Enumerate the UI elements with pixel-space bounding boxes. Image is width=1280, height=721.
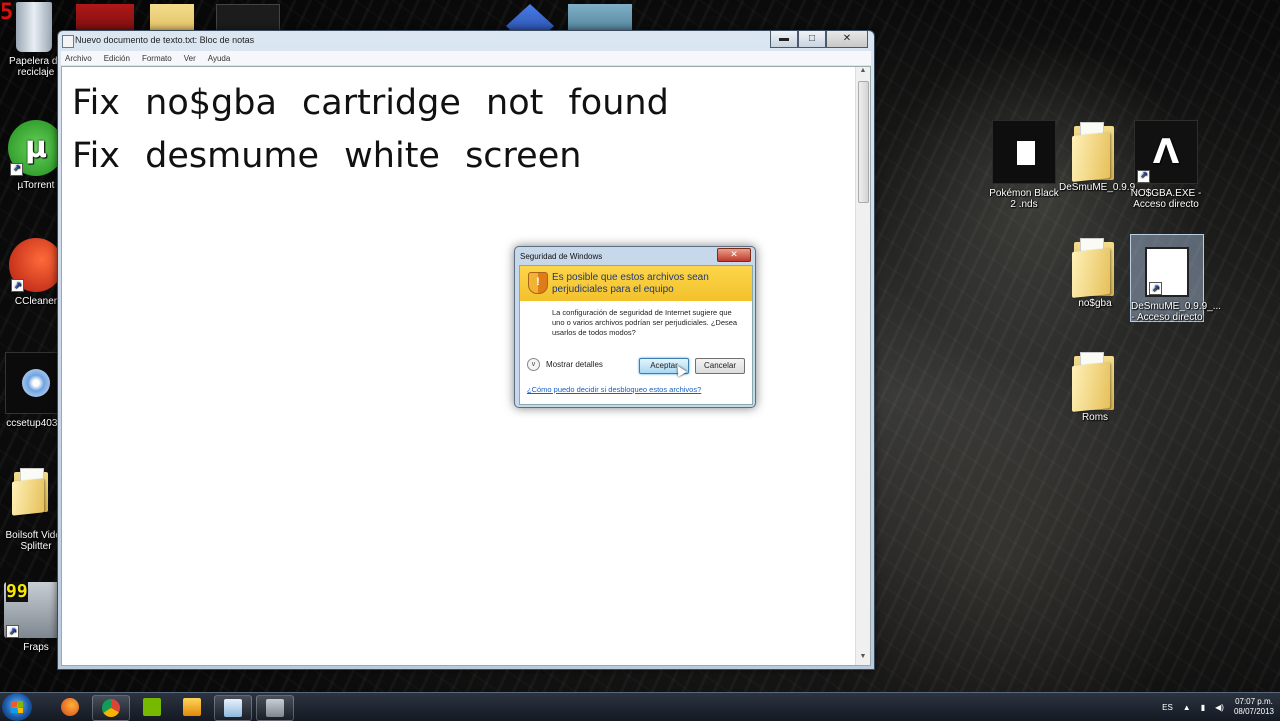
warning-heading: Es posible que estos archivos sean perju…: [552, 272, 709, 295]
desktop-icon-desmume-shortcut[interactable]: ↗ DeSmuME_0.9.9_... - Acceso directo: [1130, 234, 1222, 323]
nds-file-page: [1017, 141, 1035, 165]
vertical-scrollbar[interactable]: ▲ ▼: [855, 67, 870, 665]
warning-shield-icon: !: [528, 272, 548, 294]
taskbar-notepad[interactable]: [214, 695, 252, 721]
media-player-icon: [183, 698, 201, 716]
desktop-icon-label: DeSmuME_0.9.9_...: [1059, 182, 1150, 193]
shortcut-arrow-icon: ↗: [1137, 170, 1150, 183]
fraps-icon: [266, 699, 284, 717]
chevron-down-icon: v: [527, 358, 540, 371]
menu-bar: Archivo Edición Formato Ver Ayuda: [61, 51, 871, 65]
scroll-thumb[interactable]: [858, 81, 869, 203]
menu-ayuda[interactable]: Ayuda: [208, 54, 231, 63]
volume-icon[interactable]: ◀): [1215, 703, 1224, 712]
system-tray: ES ▲ ▮ ◀) 07:07 p.m. 08/07/2013: [1162, 695, 1274, 719]
security-dialog[interactable]: Seguridad de Windows ✕ ! Es posible que …: [514, 246, 756, 408]
scroll-up-icon[interactable]: ▲: [856, 67, 870, 79]
desktop-icon-label: NO$GBA.EXE - Acceso directo: [1130, 188, 1202, 210]
language-indicator[interactable]: ES: [1162, 703, 1173, 712]
taskbar-chrome[interactable]: [92, 695, 130, 721]
desktop-icon-nosgba-shortcut[interactable]: Λ ↗ NO$GBA.EXE - Acceso directo: [1130, 120, 1202, 210]
nosgba-icon: Λ ↗: [1134, 120, 1198, 184]
desmume-icon: ↗: [1145, 247, 1189, 297]
ccleaner-icon: ↗: [9, 238, 63, 292]
start-button[interactable]: [2, 693, 32, 721]
shortcut-arrow-icon: ↗: [1149, 282, 1162, 295]
shortcut-arrow-icon: ↗: [6, 625, 19, 638]
firefox-icon: [61, 698, 79, 716]
nvidia-icon: [143, 698, 161, 716]
taskbar-firefox[interactable]: [52, 695, 88, 719]
warning-banner: ! Es posible que estos archivos sean per…: [520, 266, 752, 301]
cancel-button[interactable]: Cancelar: [695, 358, 745, 374]
editor-line-2: Fix desmume white screen: [72, 136, 582, 176]
desktop-icon-label: Roms: [1081, 412, 1109, 423]
utorrent-icon: µ ↗: [8, 120, 64, 176]
scroll-down-icon[interactable]: ▼: [856, 653, 870, 665]
dialog-title: Seguridad de Windows: [520, 252, 603, 261]
desktop-icon-roms-folder[interactable]: Roms: [1059, 350, 1131, 423]
notepad-app-icon: [62, 35, 74, 48]
fraps-badge: 99: [6, 581, 28, 602]
desktop-icon-label: no$gba: [1078, 298, 1112, 309]
fraps-icon: 99 ↗: [4, 582, 62, 638]
nds-file-icon: [992, 120, 1056, 184]
notepad-icon: [224, 699, 242, 717]
desktop-icon-nosgba-folder[interactable]: no$gba: [1059, 236, 1131, 309]
desktop-icon-pokemon-nds[interactable]: Pokémon Black 2 .nds: [988, 120, 1060, 210]
taskbar-fraps[interactable]: [256, 695, 294, 721]
editor-text[interactable]: Fix no$gba cartridge not found Fix desmum…: [72, 77, 669, 183]
menu-formato[interactable]: Formato: [142, 54, 172, 63]
show-details-toggle[interactable]: v Mostrar detalles: [527, 358, 603, 371]
taskbar-nvidia[interactable]: [134, 695, 170, 719]
network-icon[interactable]: ▮: [1201, 703, 1205, 712]
desktop-icon-label: DeSmuME_0.9.9_... - Acceso directo: [1131, 301, 1222, 323]
minimize-button[interactable]: ▬: [770, 31, 798, 48]
dialog-body: ! Es posible que estos archivos sean per…: [519, 265, 753, 405]
help-link[interactable]: ¿Cómo puedo decidir si desbloqueo estos …: [527, 385, 701, 394]
menu-archivo[interactable]: Archivo: [65, 54, 92, 63]
folder-icon: [1070, 236, 1120, 298]
installer-disc-icon: [22, 369, 50, 397]
menu-ver[interactable]: Ver: [184, 54, 196, 63]
editor-line-1: Fix no$gba cartridge not found: [72, 83, 669, 123]
recycle-bin-icon: [16, 2, 52, 52]
dialog-message: La configuración de seguridad de Interne…: [552, 308, 738, 337]
taskbar-media[interactable]: [174, 695, 210, 719]
clock[interactable]: 07:07 p.m. 08/07/2013: [1234, 697, 1274, 717]
clock-date: 08/07/2013: [1233, 707, 1274, 716]
show-details-label: Mostrar detalles: [546, 360, 603, 369]
menu-edicion[interactable]: Edición: [104, 54, 130, 63]
folder-icon: [1070, 350, 1120, 412]
clock-time: 07:07 p.m.: [1235, 697, 1273, 706]
folder-icon: [1070, 120, 1120, 182]
chrome-icon: [102, 699, 120, 717]
folder-icon: [10, 466, 50, 516]
shortcut-arrow-icon: ↗: [11, 279, 24, 292]
maximize-button[interactable]: □: [798, 31, 826, 48]
windows-logo-icon: [11, 701, 23, 713]
desktop-icon-desmume-folder[interactable]: DeSmuME_0.9.9_...: [1059, 120, 1150, 193]
window-controls: ▬ □ ✕: [770, 31, 868, 48]
desktop-icon-label: Pokémon Black 2 .nds: [989, 188, 1059, 210]
shortcut-arrow-icon: ↗: [10, 163, 23, 176]
close-button[interactable]: ✕: [826, 31, 868, 48]
tray-expand-icon[interactable]: ▲: [1183, 703, 1191, 712]
dialog-close-button[interactable]: ✕: [717, 248, 751, 262]
window-title: Nuevo documento de texto.txt: Bloc de no…: [75, 35, 255, 45]
taskbar: ES ▲ ▮ ◀) 07:07 p.m. 08/07/2013: [0, 692, 1280, 721]
